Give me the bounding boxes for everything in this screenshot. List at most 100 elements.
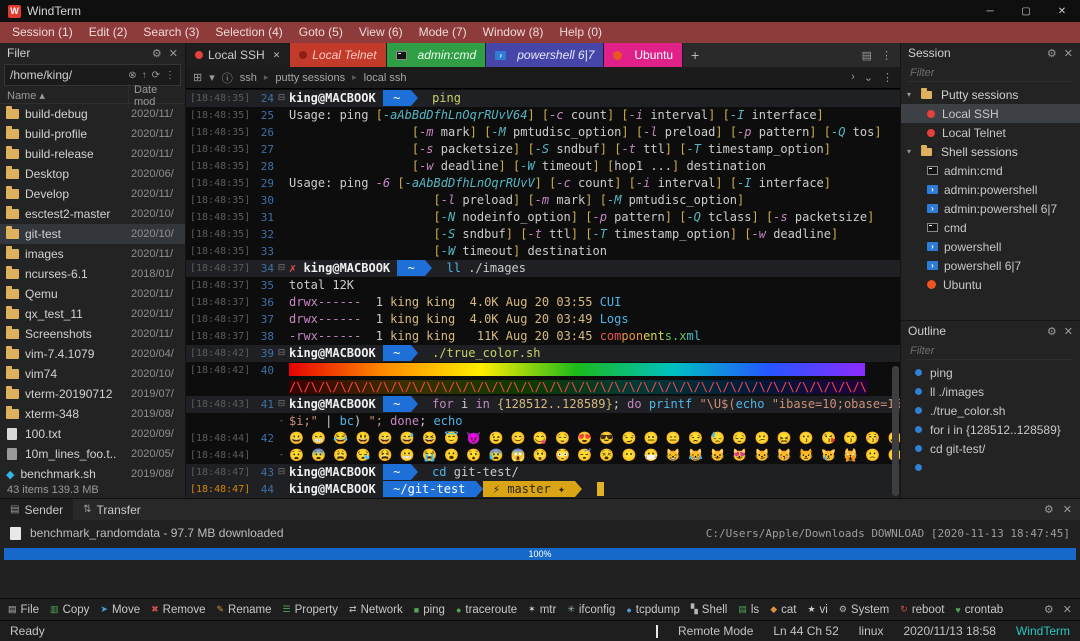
column-name[interactable]: Name ▴ — [7, 89, 128, 102]
maximize-button[interactable]: ▢ — [1008, 0, 1044, 22]
new-tab-icon[interactable]: ⊞ — [193, 71, 202, 84]
file-row-screenshots[interactable]: Screenshots 2020/11/ — [0, 324, 185, 344]
close-icon[interactable]: ✕ — [169, 47, 178, 60]
gear-icon[interactable]: ⚙ — [1047, 325, 1057, 338]
session-item-admin-powershell-6-7[interactable]: admin:powershell 6|7 — [901, 199, 1080, 218]
session-item-ubuntu[interactable]: Ubuntu — [901, 275, 1080, 294]
file-row-qx-test-11[interactable]: qx_test_11 2020/11/ — [0, 304, 185, 324]
file-row-100-txt[interactable]: 100.txt 2020/09/ — [0, 424, 185, 444]
session-item-cmd[interactable]: cmd — [901, 218, 1080, 237]
refresh-icon[interactable]: ⟳ — [152, 70, 160, 81]
menu-help-0[interactable]: Help (0) — [551, 22, 610, 43]
file-row-qemu[interactable]: Qemu 2020/11/ — [0, 284, 185, 304]
file-row-vim-7-4-1079[interactable]: vim-7.4.1079 2020/04/ — [0, 344, 185, 364]
breadcrumb-ssh[interactable]: ssh — [240, 72, 257, 84]
clear-icon[interactable]: ⊗ — [128, 70, 136, 81]
file-row-vterm-20190712[interactable]: vterm-20190712 2019/07/ — [0, 384, 185, 404]
fold-marker-icon[interactable]: - — [274, 447, 289, 464]
toolbar-ping[interactable]: ■ ping — [414, 604, 445, 616]
menu-window-8[interactable]: Window (8) — [475, 22, 552, 43]
fold-marker-icon[interactable]: ⊟ — [274, 90, 289, 107]
file-row-images[interactable]: images 2020/11/ — [0, 244, 185, 264]
tab-powershell-6-7[interactable]: powershell 6|7 — [486, 43, 605, 67]
menu-search-3[interactable]: Search (3) — [135, 22, 207, 43]
gear-icon[interactable]: ⚙ — [1044, 503, 1054, 516]
toolbar-remove[interactable]: ✖ Remove — [151, 604, 205, 616]
toolbar-system[interactable]: ⚙ System — [839, 604, 889, 616]
outline-item-empty[interactable] — [901, 458, 1080, 477]
sender-tab-sender[interactable]: ▤ Sender — [0, 499, 74, 520]
session-item-local-ssh[interactable]: Local SSH — [901, 104, 1080, 123]
caret-down-icon[interactable]: ▾ — [907, 147, 917, 156]
file-row-build-release[interactable]: build-release 2020/11/ — [0, 144, 185, 164]
outline-item-ll-images[interactable]: ll ./images — [901, 382, 1080, 401]
toolbar-crontab[interactable]: ♥ crontab — [955, 604, 1003, 616]
more-icon[interactable]: ⋮ — [882, 71, 893, 84]
file-row-git-test[interactable]: git-test 2020/10/ — [0, 224, 185, 244]
fold-marker-icon[interactable]: ⊟ — [274, 396, 289, 413]
close-icon[interactable]: ✕ — [1063, 503, 1072, 516]
session-item-local-telnet[interactable]: Local Telnet — [901, 123, 1080, 142]
toolbar-ls[interactable]: ▤ ls — [738, 604, 759, 616]
menu-mode-7[interactable]: Mode (7) — [411, 22, 475, 43]
caret-down-icon[interactable]: ▾ — [209, 71, 215, 84]
chevron-right-icon[interactable]: › — [851, 71, 855, 84]
minimize-button[interactable]: ─ — [972, 0, 1008, 22]
toolbar-copy[interactable]: ▥ Copy — [50, 604, 89, 616]
sender-tab-transfer[interactable]: ⇅ Transfer — [73, 499, 151, 520]
fold-marker-icon[interactable]: - — [274, 413, 289, 430]
toolbar-property[interactable]: ☰ Property — [282, 604, 338, 616]
scrollbar-thumb[interactable] — [892, 366, 899, 496]
file-row-vim74[interactable]: vim74 2020/10/ — [0, 364, 185, 384]
menu-view-6[interactable]: View (6) — [351, 22, 411, 43]
tabs-list-icon[interactable]: ▤ — [862, 49, 872, 62]
more-icon[interactable]: ⋮ — [881, 49, 892, 62]
file-row-10m-lines-foo-t[interactable]: 10m_lines_foo.t.. 2020/05/ — [0, 444, 185, 464]
close-icon[interactable]: ✕ — [1064, 47, 1073, 60]
session-group-putty-sessions[interactable]: ▾ Putty sessions — [901, 85, 1080, 104]
file-row-develop[interactable]: Develop 2020/11/ — [0, 184, 185, 204]
close-button[interactable]: ✕ — [1044, 0, 1080, 22]
file-row-desktop[interactable]: Desktop 2020/06/ — [0, 164, 185, 184]
terminal-scrollbar[interactable] — [892, 89, 899, 498]
session-item-powershell[interactable]: powershell — [901, 237, 1080, 256]
fold-marker-icon[interactable]: ⊟ — [274, 260, 289, 277]
toolbar-move[interactable]: ➤ Move — [100, 604, 140, 616]
file-row-ncurses-6-1[interactable]: ncurses-6.1 2018/01/ — [0, 264, 185, 284]
file-row-esctest2-master[interactable]: esctest2-master 2020/10/ — [0, 204, 185, 224]
tab-ubuntu[interactable]: Ubuntu — [604, 43, 684, 67]
outline-item-cd-git-test[interactable]: cd git-test/ — [901, 439, 1080, 458]
new-tab-button[interactable]: + — [683, 43, 707, 67]
info-icon[interactable]: ⓘ — [222, 70, 233, 86]
fold-marker-icon[interactable]: ⊟ — [274, 345, 289, 362]
tab-admin-cmd[interactable]: admin:cmd — [386, 43, 487, 67]
tab-local-telnet[interactable]: Local Telnet — [290, 43, 387, 67]
gear-icon[interactable]: ⚙ — [152, 47, 162, 60]
toolbar-tcpdump[interactable]: ● tcpdump — [626, 604, 680, 616]
session-item-powershell-6-7[interactable]: powershell 6|7 — [901, 256, 1080, 275]
transfer-row[interactable]: benchmark_randomdata - 97.7 MB downloade… — [0, 520, 1080, 546]
menu-edit-2[interactable]: Edit (2) — [81, 22, 136, 43]
tab-local-ssh[interactable]: Local SSH ✕ — [186, 43, 291, 67]
up-icon[interactable]: ↑ — [142, 70, 147, 81]
session-item-admin-powershell[interactable]: admin:powershell — [901, 180, 1080, 199]
fold-marker-icon[interactable]: ⊟ — [274, 464, 289, 481]
gear-icon[interactable]: ⚙ — [1047, 47, 1057, 60]
outline-item-true-color-sh[interactable]: ./true_color.sh — [901, 401, 1080, 420]
session-item-admin-cmd[interactable]: admin:cmd — [901, 161, 1080, 180]
toolbar-file[interactable]: ▤ File — [8, 604, 39, 616]
tab-close-icon[interactable]: ✕ — [273, 50, 281, 61]
outline-item-for-i-in-128512-128589[interactable]: for i in {128512..128589} — [901, 420, 1080, 439]
caret-down-icon[interactable]: ▾ — [907, 90, 917, 99]
toolbar-cat[interactable]: ◆ cat — [770, 604, 796, 616]
terminal[interactable]: [18:48:35] 24 ⊟ king@MACBOOK ~ ping [18:48:3… — [186, 89, 900, 498]
menu-session-1[interactable]: Session (1) — [4, 22, 81, 43]
chevron-down-icon[interactable]: ⌄ — [864, 71, 873, 84]
file-row-build-debug[interactable]: build-debug 2020/11/ — [0, 104, 185, 124]
toolbar-mtr[interactable]: ✶ mtr — [528, 604, 556, 616]
toolbar-reboot[interactable]: ↻ reboot — [900, 604, 944, 616]
gear-icon[interactable]: ⚙ — [1044, 603, 1054, 616]
toolbar-rename[interactable]: ✎ Rename — [216, 604, 271, 616]
close-icon[interactable]: ✕ — [1064, 325, 1073, 338]
file-row-benchmark-sh[interactable]: benchmark.sh2019/08/ — [0, 464, 185, 481]
